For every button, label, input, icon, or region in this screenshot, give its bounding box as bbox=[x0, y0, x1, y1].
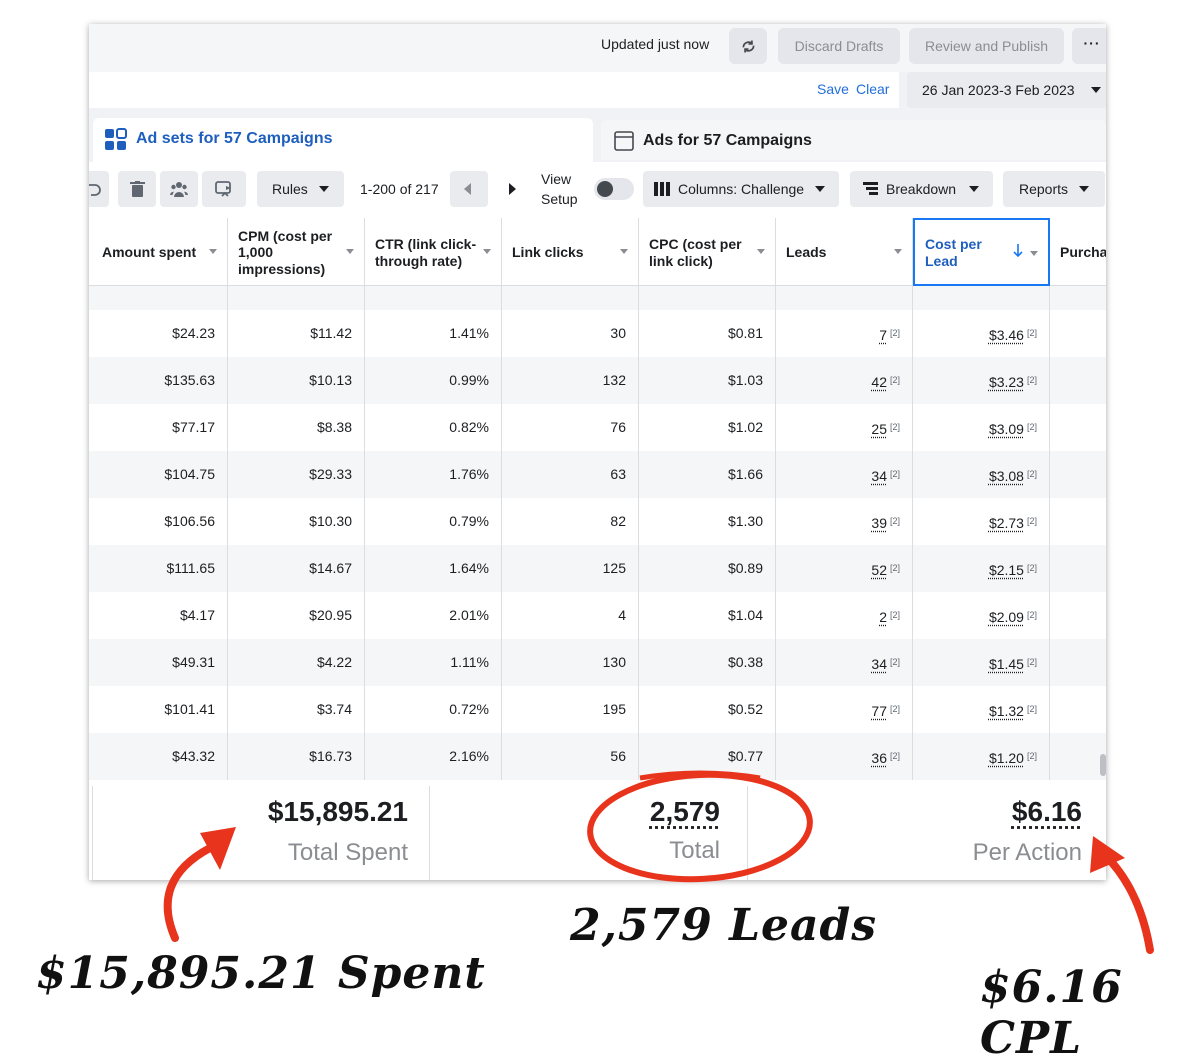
annotation-leads: 2,579 Leads bbox=[570, 900, 877, 951]
arrow-spent-shaft bbox=[168, 848, 210, 938]
annotation-overlay bbox=[0, 0, 1200, 1038]
highlight-circle bbox=[587, 769, 812, 884]
arrow-cpl-shaft bbox=[1105, 855, 1150, 950]
annotation-cpl: $6.16 CPL bbox=[980, 962, 1200, 1064]
annotation-spent: $15,895.21 Spent bbox=[36, 948, 486, 999]
